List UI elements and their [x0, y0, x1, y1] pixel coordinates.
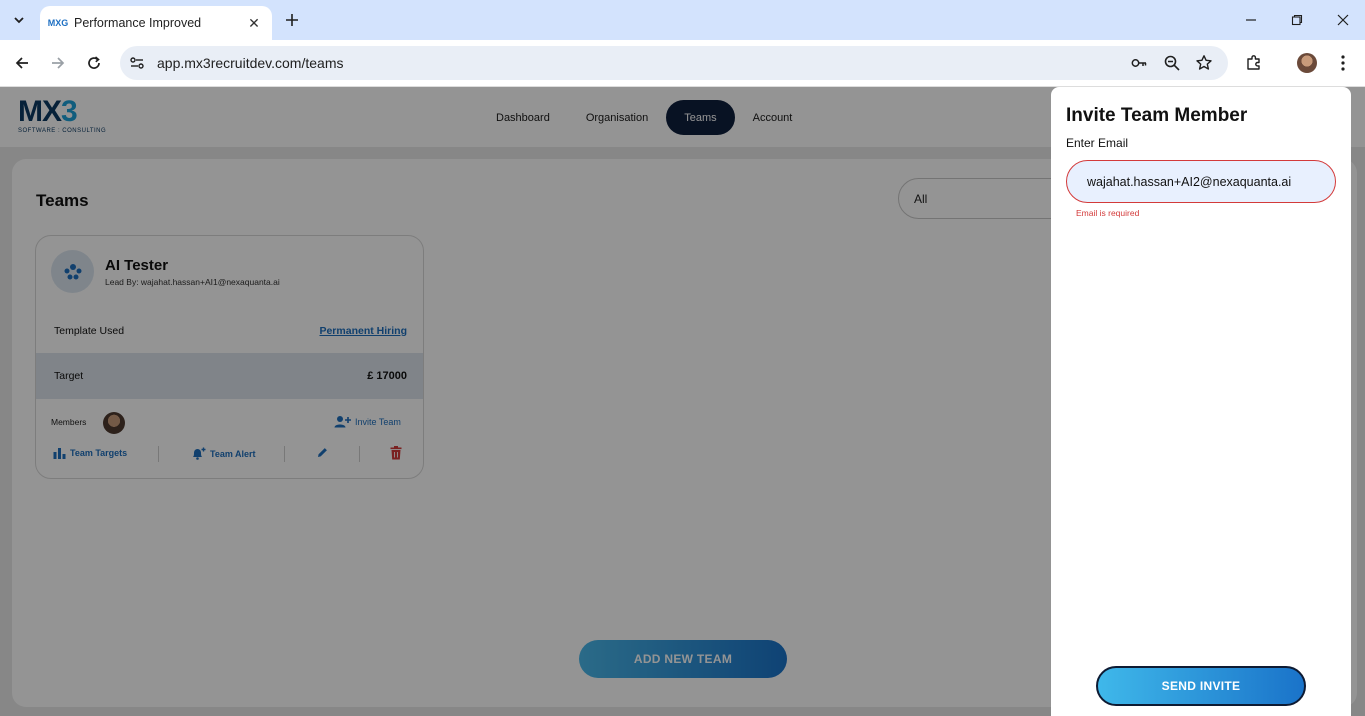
- forward-button[interactable]: [45, 50, 71, 76]
- reload-button[interactable]: [81, 50, 107, 76]
- site-info-icon[interactable]: [128, 54, 146, 72]
- bookmark-star-icon[interactable]: [1195, 54, 1213, 72]
- profile-avatar-button[interactable]: [1296, 52, 1318, 74]
- drawer-title: Invite Team Member: [1066, 105, 1248, 126]
- close-icon: [1337, 14, 1349, 26]
- tab-search-button[interactable]: [6, 7, 32, 33]
- minimize-icon: [1246, 19, 1256, 21]
- email-error-message: Email is required: [1076, 208, 1140, 218]
- reload-icon: [88, 56, 100, 69]
- browser-tab[interactable]: MXG Performance Improved ✕: [40, 6, 272, 40]
- email-label: Enter Email: [1066, 136, 1129, 150]
- restore-button[interactable]: [1283, 6, 1311, 34]
- tab-close-icon[interactable]: ✕: [246, 15, 262, 32]
- minimize-button[interactable]: [1237, 6, 1265, 34]
- password-key-icon[interactable]: [1130, 54, 1148, 72]
- avatar: [1297, 53, 1317, 73]
- more-vertical-icon: [1341, 55, 1345, 71]
- url-text: app.mx3recruitdev.com/teams: [157, 55, 344, 71]
- tab-title: Performance Improved: [74, 16, 202, 30]
- browser-tabstrip: MXG Performance Improved ✕: [0, 0, 1365, 40]
- plus-icon: [286, 14, 298, 26]
- email-input[interactable]: [1066, 160, 1336, 203]
- puzzle-icon: [1247, 55, 1260, 70]
- address-bar[interactable]: app.mx3recruitdev.com/teams: [120, 46, 1228, 80]
- back-button[interactable]: [9, 50, 35, 76]
- arrow-left-icon: [15, 57, 28, 69]
- close-window-button[interactable]: [1329, 6, 1357, 34]
- browser-menu-button[interactable]: [1332, 52, 1354, 74]
- favicon-icon: MXG: [47, 18, 69, 28]
- invite-member-drawer: Invite Team Member Enter Email Email is …: [1051, 87, 1351, 716]
- send-invite-button[interactable]: SEND INVITE: [1096, 666, 1306, 706]
- restore-icon: [1291, 14, 1303, 26]
- arrow-right-icon: [52, 57, 65, 69]
- browser-toolbar: app.mx3recruitdev.com/teams: [0, 40, 1365, 87]
- chevron-down-icon: [14, 17, 24, 24]
- extensions-button[interactable]: [1243, 52, 1265, 74]
- new-tab-button[interactable]: [280, 8, 304, 32]
- zoom-icon[interactable]: [1163, 54, 1181, 72]
